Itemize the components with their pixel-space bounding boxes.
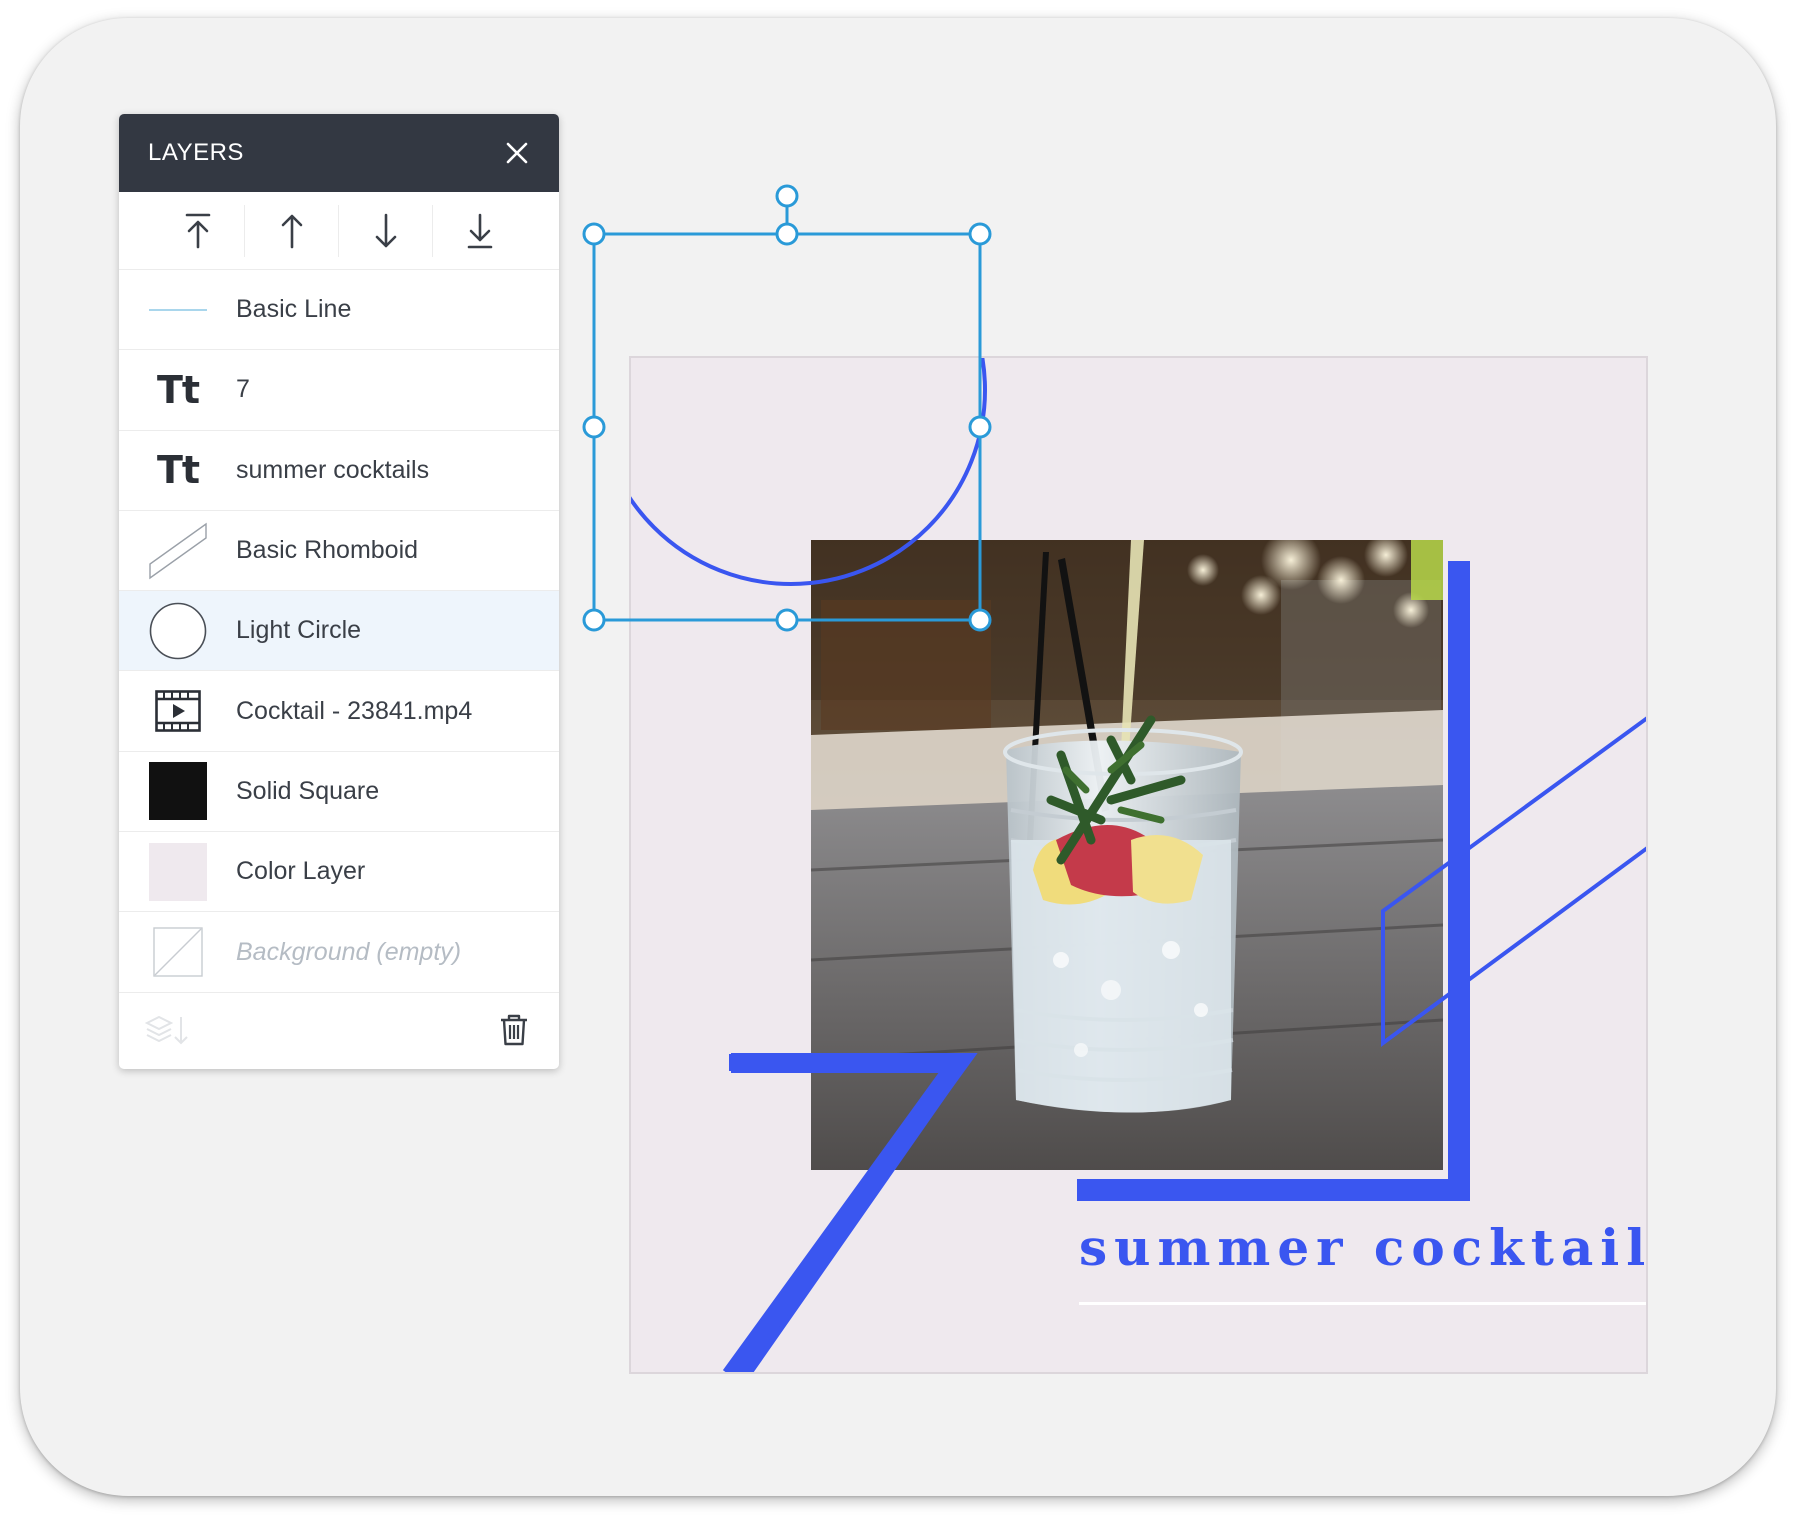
- layer-label: Background (empty): [236, 937, 462, 966]
- layer-row-text-summer-cocktails[interactable]: Tt summer cocktails: [119, 431, 559, 511]
- text-icon: Tt: [156, 367, 200, 412]
- square-thumb-icon: [149, 762, 207, 821]
- rotate-handle[interactable]: [775, 184, 799, 208]
- layer-label: Basic Rhomboid: [236, 536, 419, 565]
- resize-handle-top-right[interactable]: [968, 222, 992, 246]
- layer-row-background[interactable]: Background (empty): [119, 912, 559, 993]
- layers-panel-header: LAYERS: [119, 114, 559, 192]
- layer-list: Basic Line Tt 7 Tt summer cocktails Basi…: [119, 270, 559, 993]
- circle-thumb-icon: [149, 602, 207, 660]
- trash-icon[interactable]: [499, 1013, 529, 1047]
- text-icon: Tt: [156, 448, 200, 493]
- bring-forward-icon[interactable]: [245, 204, 339, 257]
- layer-row-text-7[interactable]: Tt 7: [119, 350, 559, 431]
- resize-handle-right[interactable]: [968, 415, 992, 439]
- seven-stroke: [722, 1053, 978, 1372]
- resize-handle-bottom-left[interactable]: [582, 608, 606, 632]
- bracket-frame[interactable]: [1077, 561, 1470, 1201]
- artboard[interactable]: summer cocktails: [629, 356, 1648, 1374]
- rhomboid-thumb-icon: [149, 522, 207, 580]
- layer-row-color-layer[interactable]: Color Layer: [119, 832, 559, 913]
- resize-handle-bottom-right[interactable]: [968, 608, 992, 632]
- layer-label: Solid Square: [236, 776, 380, 805]
- layer-label: Light Circle: [236, 616, 362, 645]
- video-icon: [149, 682, 207, 740]
- layers-panel: LAYERS Basic Line Tt 7 Tt summer cocktai…: [119, 114, 559, 1069]
- headline-text[interactable]: summer cocktails: [1079, 1218, 1646, 1277]
- layer-label: summer cocktails: [236, 455, 430, 484]
- bring-to-front-icon[interactable]: [151, 204, 245, 257]
- resize-handle-bottom[interactable]: [775, 608, 799, 632]
- layer-order-toolbar: [119, 192, 559, 270]
- color-swatch-icon: [149, 842, 207, 901]
- layer-row-basic-line[interactable]: Basic Line: [119, 270, 559, 351]
- empty-thumb-icon: [149, 923, 207, 981]
- send-to-back-icon[interactable]: [433, 205, 527, 257]
- layers-panel-footer: [119, 991, 559, 1069]
- layer-row-solid-square[interactable]: Solid Square: [119, 752, 559, 833]
- panel-title: LAYERS: [148, 139, 244, 166]
- layer-row-basic-rhomboid[interactable]: Basic Rhomboid: [119, 511, 559, 592]
- resize-handle-top[interactable]: [775, 222, 799, 246]
- merge-layers-icon[interactable]: [145, 1013, 189, 1047]
- layer-row-light-circle[interactable]: Light Circle: [119, 591, 559, 672]
- layer-row-cocktail-video[interactable]: Cocktail - 23841.mp4: [119, 671, 559, 752]
- light-circle-shape[interactable]: [631, 358, 987, 586]
- rhomboid-shape[interactable]: [1381, 716, 1648, 1047]
- resize-handle-top-left[interactable]: [582, 222, 606, 246]
- layer-label: Color Layer: [236, 857, 366, 886]
- layer-label: Basic Line: [236, 295, 352, 324]
- layer-label: 7: [236, 375, 250, 404]
- close-icon[interactable]: [503, 139, 531, 167]
- basic-line-shape[interactable]: [1079, 1302, 1646, 1305]
- send-backward-icon[interactable]: [339, 204, 433, 257]
- layer-label: Cocktail - 23841.mp4: [236, 696, 473, 725]
- resize-handle-left[interactable]: [582, 415, 606, 439]
- line-thumb-icon: [149, 281, 207, 339]
